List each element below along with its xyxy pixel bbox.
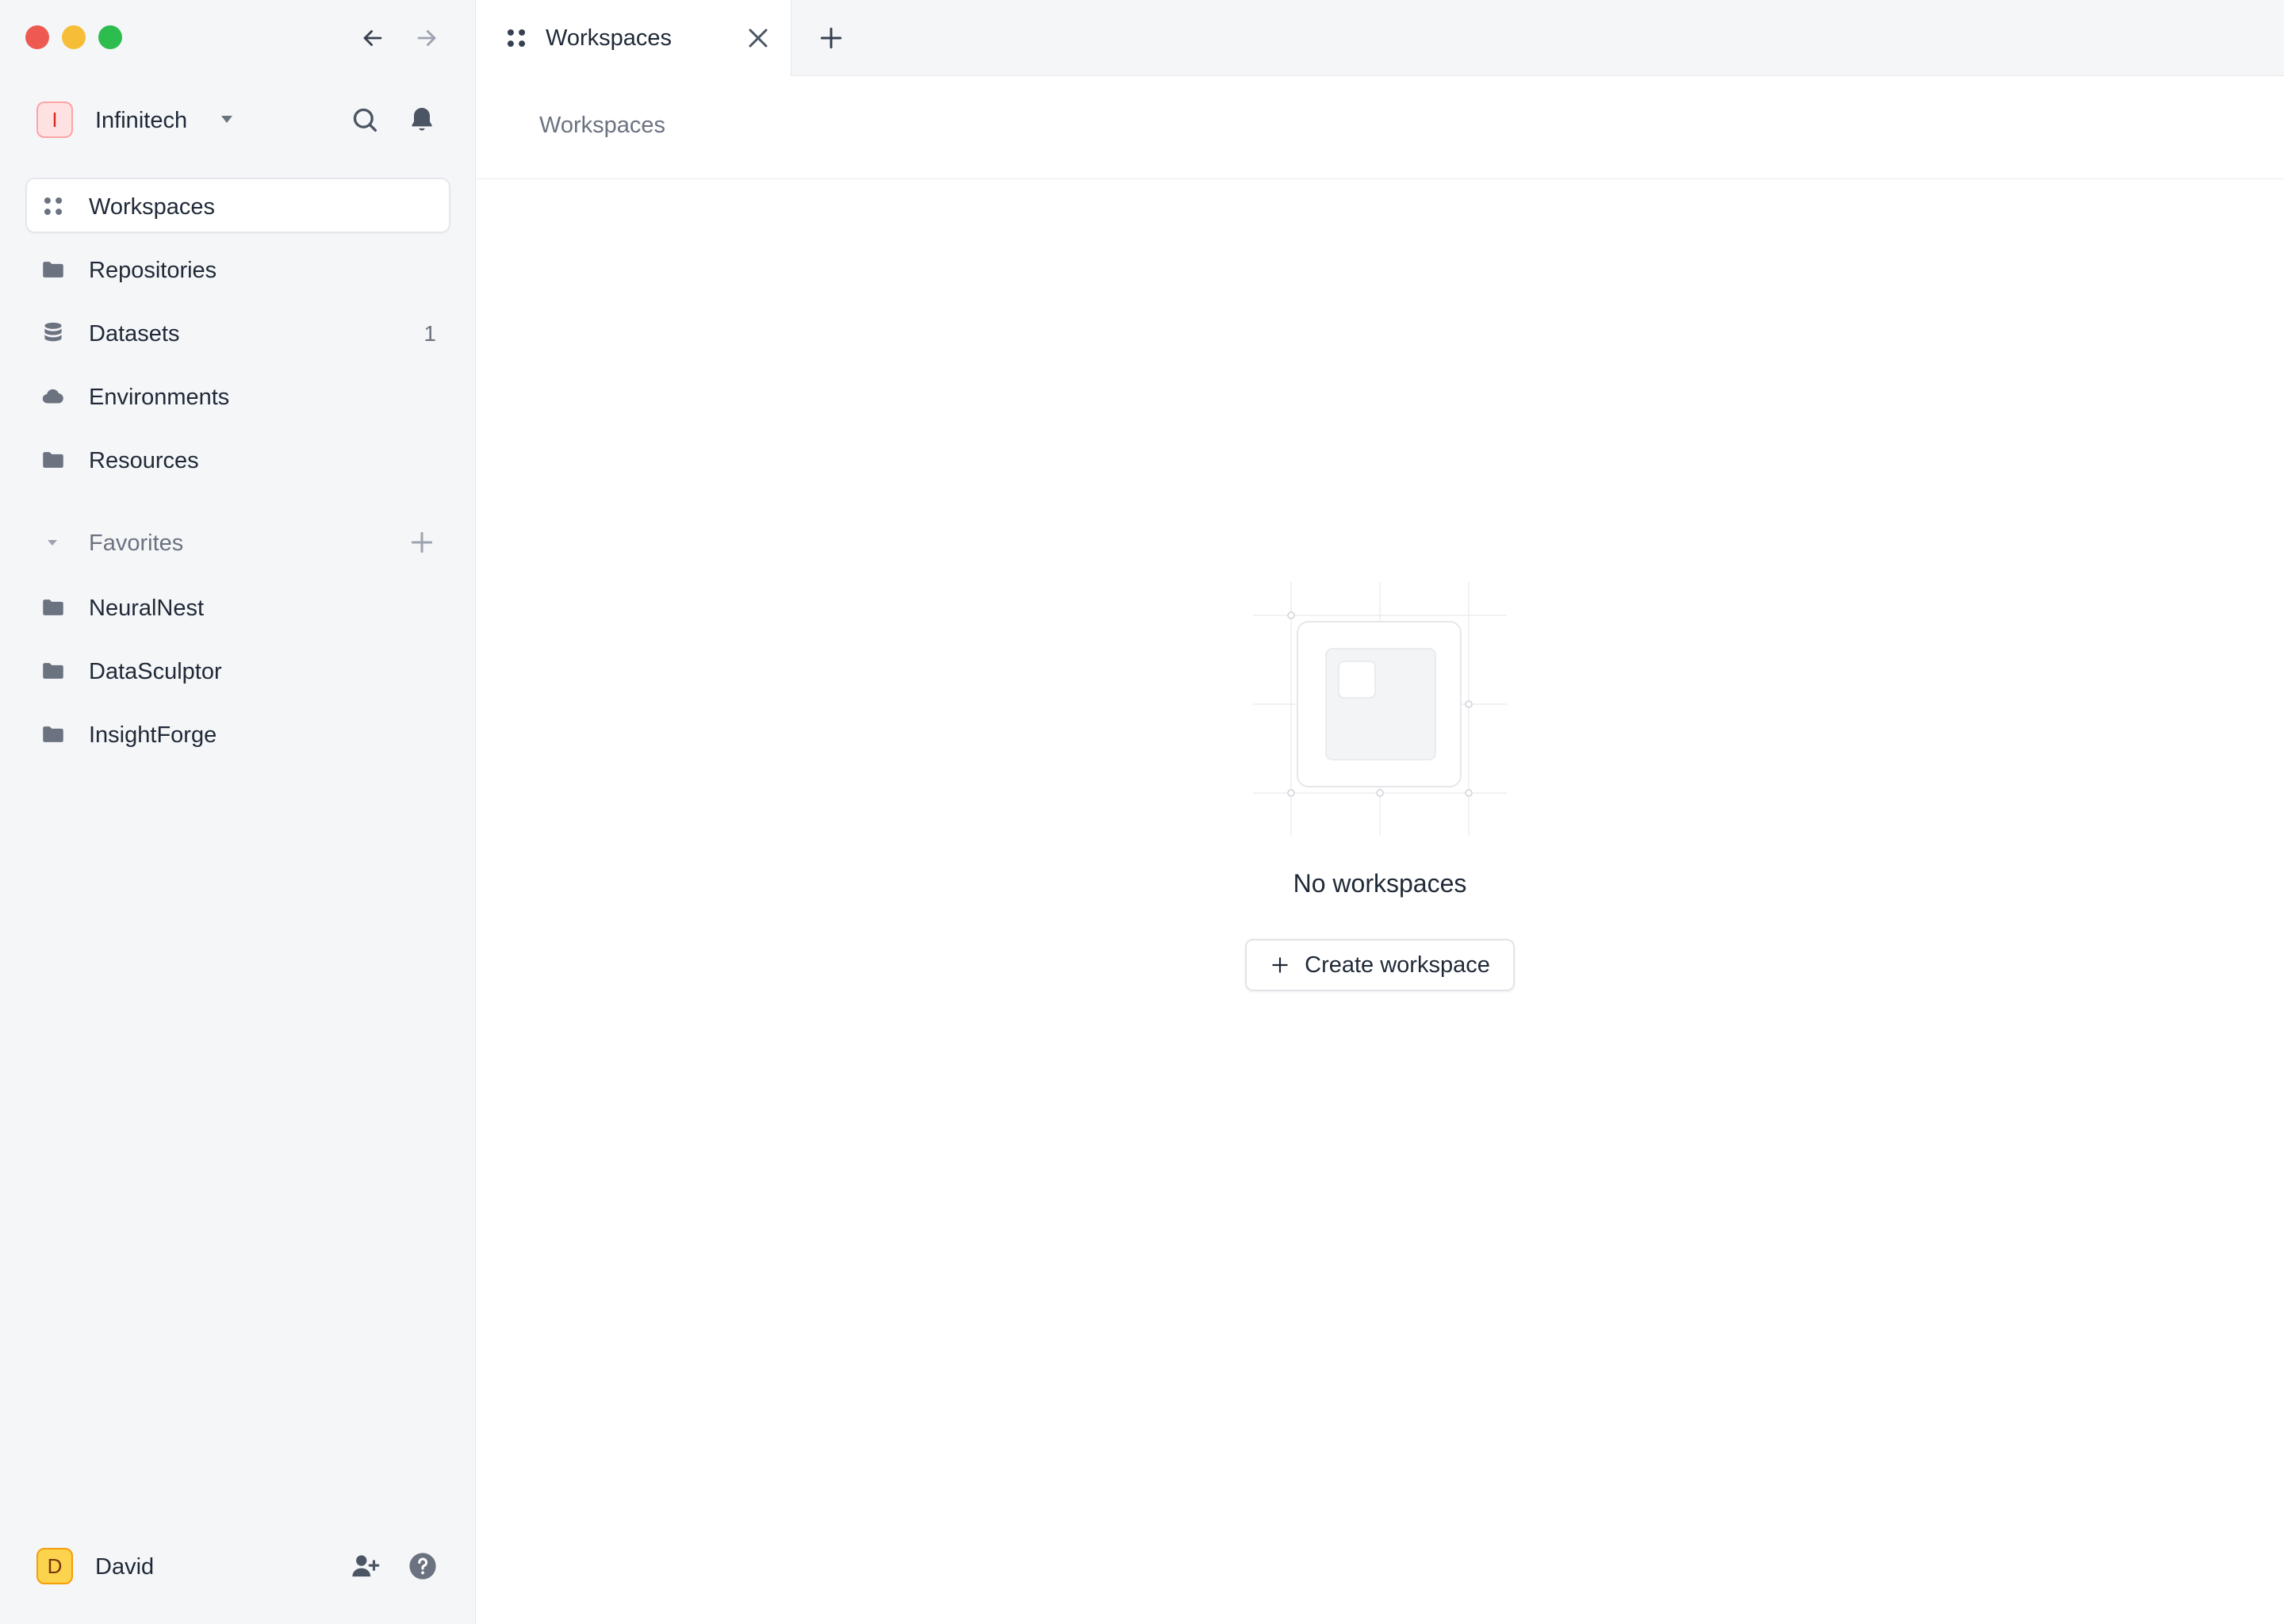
favorites-list: NeuralNest DataSculptor InsightForge bbox=[25, 579, 450, 769]
user-avatar: D bbox=[36, 1548, 73, 1584]
folder-icon bbox=[43, 726, 63, 742]
folder-icon bbox=[43, 262, 63, 278]
sidebar-item-environments[interactable]: Environments bbox=[25, 368, 450, 423]
database-icon bbox=[44, 322, 62, 342]
plus-icon bbox=[1270, 955, 1290, 975]
org-name: Infinitech bbox=[95, 108, 188, 133]
favorites-header[interactable]: Favorites bbox=[25, 515, 450, 571]
item-count-badge: 1 bbox=[423, 321, 436, 346]
folder-icon bbox=[43, 663, 63, 679]
favorite-item-label: DataSculptor bbox=[89, 659, 222, 684]
window-controls bbox=[25, 25, 122, 49]
bell-icon[interactable] bbox=[406, 104, 438, 136]
tab-workspaces[interactable]: Workspaces bbox=[476, 0, 791, 76]
favorite-item-insightforge[interactable]: InsightForge bbox=[25, 706, 450, 761]
tab-label: Workspaces bbox=[546, 25, 673, 51]
caret-down-icon[interactable] bbox=[43, 533, 62, 552]
close-icon[interactable] bbox=[742, 22, 774, 54]
favorite-item-label: NeuralNest bbox=[89, 596, 205, 621]
favorite-item-neuralnest[interactable]: NeuralNest bbox=[25, 579, 450, 634]
breadcrumb: Workspaces bbox=[539, 113, 666, 138]
create-workspace-label: Create workspace bbox=[1305, 952, 1490, 978]
grid-dots-icon bbox=[507, 29, 526, 48]
help-icon[interactable] bbox=[406, 1549, 439, 1583]
grid-dots-icon bbox=[44, 197, 63, 216]
caret-down-icon bbox=[221, 116, 232, 123]
empty-workspace-illustration bbox=[1253, 582, 1507, 836]
create-workspace-button[interactable]: Create workspace bbox=[1245, 939, 1515, 991]
search-icon[interactable] bbox=[349, 104, 381, 136]
sidebar-item-label: Environments bbox=[89, 385, 230, 410]
breadcrumb-bar: Workspaces bbox=[476, 76, 2284, 179]
sidebar-item-resources[interactable]: Resources bbox=[25, 431, 450, 487]
favorites-title: Favorites bbox=[89, 530, 184, 556]
org-avatar: I bbox=[36, 102, 73, 138]
user-menu[interactable]: D David bbox=[36, 1548, 443, 1586]
add-user-icon[interactable] bbox=[349, 1549, 382, 1583]
empty-state-title: No workspaces bbox=[1293, 869, 1467, 898]
new-tab-plus-icon[interactable] bbox=[815, 22, 847, 54]
user-name: David bbox=[95, 1554, 155, 1580]
favorite-item-datasculptor[interactable]: DataSculptor bbox=[25, 642, 450, 698]
tab-bar: Workspaces bbox=[476, 0, 2284, 76]
sidebar-item-label: Repositories bbox=[89, 258, 217, 283]
back-arrow-icon[interactable] bbox=[357, 22, 389, 54]
forward-arrow-icon[interactable] bbox=[411, 22, 443, 54]
favorite-item-label: InsightForge bbox=[89, 722, 217, 748]
folder-icon bbox=[43, 452, 63, 468]
zoom-window-button[interactable] bbox=[98, 25, 122, 49]
sidebar-item-repositories[interactable]: Repositories bbox=[25, 241, 450, 297]
cloud-icon bbox=[42, 389, 63, 404]
org-switcher[interactable]: I Infinitech bbox=[36, 102, 443, 140]
sidebar-item-workspaces[interactable]: Workspaces bbox=[25, 178, 450, 233]
close-window-button[interactable] bbox=[25, 25, 49, 49]
sidebar-nav: Workspaces Repositories Datasets 1 Envir… bbox=[25, 178, 450, 495]
sidebar: I Infinitech Workspaces Repositories Dat… bbox=[0, 0, 476, 1624]
minimize-window-button[interactable] bbox=[62, 25, 86, 49]
app-window: I Infinitech Workspaces Repositories Dat… bbox=[0, 0, 2284, 1624]
sidebar-item-label: Workspaces bbox=[89, 194, 216, 220]
folder-icon bbox=[43, 599, 63, 615]
sidebar-item-label: Resources bbox=[89, 448, 199, 473]
add-favorite-plus-icon[interactable] bbox=[406, 527, 438, 558]
history-navigation bbox=[357, 22, 443, 54]
sidebar-item-label: Datasets bbox=[89, 321, 180, 347]
main-content: Workspaces Workspaces No workspaces Crea… bbox=[476, 0, 2284, 1624]
empty-state: No workspaces Create workspace bbox=[476, 179, 2284, 1624]
sidebar-item-datasets[interactable]: Datasets 1 bbox=[25, 304, 450, 360]
